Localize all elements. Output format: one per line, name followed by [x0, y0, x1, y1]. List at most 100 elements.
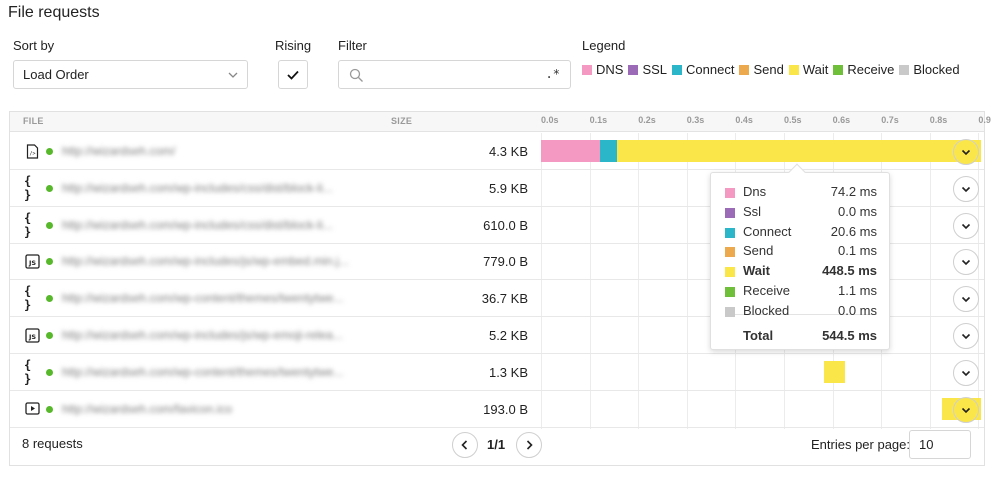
legend-label: Blocked [913, 62, 960, 77]
svg-text:JS: JS [27, 333, 35, 341]
expand-row-button[interactable] [953, 249, 979, 276]
timeline-tick-label: 0.4s [735, 115, 753, 125]
svg-text:JS: JS [27, 259, 35, 267]
request-url[interactable]: http://wizardseh.com/ [62, 144, 387, 158]
request-url[interactable]: http://wizardseh.com/wp-includes/css/dis… [62, 218, 387, 232]
expand-row-button[interactable] [953, 286, 979, 313]
expand-row-button[interactable] [953, 175, 979, 202]
legend-label: SSL [642, 62, 668, 77]
column-header-file[interactable]: FILE [23, 116, 44, 126]
chevron-down-icon [961, 297, 971, 303]
request-url[interactable]: http://wizardseh.com/wp-includes/js/wp-e… [62, 254, 387, 268]
expand-row-button[interactable] [953, 212, 979, 239]
legend-item-connect: Connect [672, 62, 734, 77]
request-url[interactable]: http://wizardseh.com/wp-includes/css/dis… [62, 181, 387, 195]
rising-checkbox[interactable] [278, 60, 308, 89]
tooltip-total-value: 544.5 ms [822, 328, 877, 343]
tooltip-row-connect: Connect 20.6 ms [725, 224, 877, 244]
timing-bar-wait[interactable] [824, 360, 846, 383]
page-indicator: 1/1 [487, 437, 506, 452]
braces-icon: { } [24, 357, 32, 386]
chevron-down-icon [961, 223, 971, 229]
rising-label: Rising [275, 38, 312, 53]
legend-label: Wait [802, 62, 829, 77]
legend-item-blocked: Blocked [899, 62, 960, 77]
legend-swatch [739, 64, 750, 75]
status-dot [46, 368, 53, 376]
tooltip-swatch [725, 207, 735, 218]
tooltip-swatch [725, 306, 735, 317]
tooltip-row-blocked: Blocked 0.0 ms [725, 303, 877, 323]
timeline-tick-label: 0.1s [589, 115, 608, 125]
tooltip-swatch [725, 247, 735, 258]
entries-per-page-input[interactable]: 10 [909, 430, 971, 459]
status-dot [46, 258, 53, 266]
legend-label: Connect [686, 62, 735, 77]
timeline-tick-label: 0.3s [686, 115, 705, 125]
chevron-left-icon [461, 440, 468, 450]
request-size: 36.7 KB [481, 291, 528, 307]
request-url[interactable]: http://wizardseh.com/wp-content/themes/t… [62, 291, 387, 305]
tooltip-phase-value: 74.2 ms [830, 184, 877, 199]
media-play-icon [24, 401, 40, 417]
legend-label: DNS [596, 62, 624, 77]
chevron-down-icon [961, 186, 971, 192]
request-url[interactable]: http://wizardseh.com/wp-includes/js/wp-e… [62, 328, 387, 342]
checkmark-icon [287, 70, 299, 80]
next-page-button[interactable] [516, 432, 542, 458]
tooltip-row-dns: Dns 74.2 ms [725, 184, 877, 204]
table-footer: 8 requests 1/1 Entries per page: 10 [10, 425, 984, 465]
legend-swatch [672, 64, 683, 75]
expand-row-button[interactable] [953, 396, 979, 423]
previous-page-button[interactable] [452, 432, 478, 458]
timing-bar-dns[interactable] [541, 140, 601, 162]
chevron-down-icon [961, 407, 971, 413]
timeline-tick-label: 0.6s [832, 115, 851, 125]
legend: DNS SSL Connect Send Wait Receive Blocked [582, 62, 965, 77]
tooltip-phase-name: Blocked [743, 302, 790, 318]
expand-row-button[interactable] [953, 139, 979, 165]
legend-swatch [833, 64, 844, 75]
request-url[interactable]: http://wizardseh.com/favicon.ico [62, 402, 387, 416]
timing-bar-wait[interactable] [617, 140, 981, 162]
request-size: 610.0 B [483, 217, 528, 233]
tooltip-phase-name: Connect [743, 223, 792, 239]
filter-input[interactable]: .* [338, 60, 571, 89]
timing-bar-connect[interactable] [600, 140, 618, 162]
tooltip-phase-value: 0.0 ms [837, 203, 877, 219]
tooltip-phase-name: Send [743, 243, 774, 259]
legend-label: Legend [582, 38, 626, 53]
tooltip-row-ssl: Ssl 0.0 ms [725, 204, 877, 224]
legend-item-ssl: SSL [628, 62, 667, 77]
status-dot [46, 184, 53, 192]
status-dot [46, 221, 53, 229]
chevron-down-icon [228, 72, 238, 78]
request-size: 193.0 B [483, 401, 528, 417]
page-title: File requests [8, 4, 100, 21]
tooltip-phase-value: 0.1 ms [837, 243, 877, 259]
column-header-size[interactable]: SIZE [391, 116, 412, 126]
sort-by-select[interactable]: Load Order [13, 60, 248, 89]
table-row[interactable]: { } http://wizardseh.com/wp-content/theme… [10, 354, 984, 391]
request-size: 779.0 B [483, 254, 528, 270]
table-row[interactable]: http://wizardseh.com/favicon.ico 193.0 B [10, 391, 984, 428]
expand-row-button[interactable] [953, 323, 979, 349]
expand-row-button[interactable] [953, 359, 979, 386]
entries-per-page-value: 10 [919, 437, 934, 452]
tooltip-swatch [725, 188, 735, 198]
request-url[interactable]: http://wizardseh.com/wp-content/themes/t… [62, 365, 387, 379]
chevron-down-icon [961, 370, 971, 376]
tooltip-phase-name: Dns [743, 184, 767, 199]
legend-item-receive: Receive [833, 62, 894, 77]
table-row[interactable]: /> http://wizardseh.com/4.3 KB [10, 133, 984, 170]
tooltip-row-wait: Wait 448.5 ms [725, 263, 877, 283]
svg-text:/>: /> [29, 151, 35, 157]
entries-per-page-label: Entries per page: [811, 437, 911, 452]
status-dot [46, 405, 53, 413]
legend-swatch [899, 64, 910, 75]
tooltip-swatch [725, 227, 735, 238]
status-dot [46, 295, 53, 303]
timeline-tick-label: 0.7s [881, 115, 899, 125]
regex-toggle-icon[interactable]: .* [546, 67, 560, 81]
legend-swatch [788, 64, 799, 75]
